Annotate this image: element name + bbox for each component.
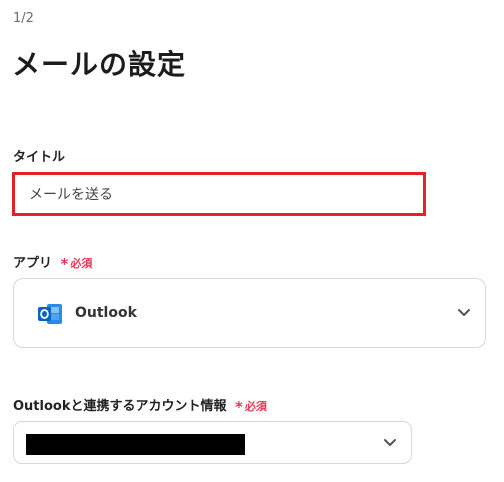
app-field-label-row: アプリ * 必須 bbox=[13, 252, 92, 273]
chevron-down-icon[interactable] bbox=[457, 308, 471, 318]
title-input[interactable] bbox=[12, 172, 426, 216]
account-field-label: Outlookと連携するアカウント情報 bbox=[13, 399, 227, 414]
required-text: 必須 bbox=[244, 400, 267, 413]
app-select[interactable]: Outlook bbox=[13, 278, 486, 348]
redacted-account-value bbox=[26, 434, 245, 455]
app-field-label: アプリ bbox=[13, 256, 53, 271]
required-text: 必須 bbox=[70, 257, 93, 270]
account-select[interactable] bbox=[13, 421, 412, 464]
account-field-label-row: Outlookと連携するアカウント情報 * 必須 bbox=[13, 395, 267, 416]
chevron-down-icon[interactable] bbox=[383, 438, 397, 448]
required-badge: * 必須 bbox=[60, 255, 93, 273]
required-badge: * 必須 bbox=[235, 398, 267, 416]
outlook-icon bbox=[38, 304, 62, 324]
page-title: メールの設定 bbox=[12, 48, 187, 81]
mail-settings-page: 1/2 メールの設定 タイトル アプリ *必須 Outlook Outlookと… bbox=[0, 0, 504, 482]
step-indicator: 1/2 bbox=[13, 11, 34, 26]
title-field-label: タイトル bbox=[13, 150, 66, 165]
selected-app-name: Outlook bbox=[75, 305, 137, 321]
required-asterisk-icon: * bbox=[60, 255, 69, 273]
required-asterisk-icon: * bbox=[235, 398, 243, 416]
